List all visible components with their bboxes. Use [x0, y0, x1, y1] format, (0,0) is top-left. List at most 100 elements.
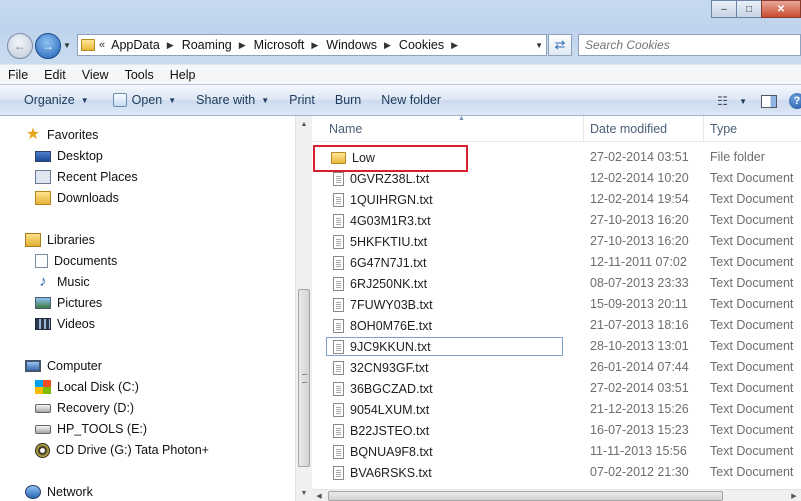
recent-pages-dropdown[interactable]: ▼	[63, 41, 73, 51]
forward-button[interactable]: →	[35, 33, 61, 59]
nav-recent-places[interactable]: Recent Places	[35, 167, 295, 187]
nav-desktop[interactable]: Desktop	[35, 146, 295, 166]
scroll-left-arrow-icon[interactable]: ◀	[312, 490, 326, 501]
file-row[interactable]: 1QUIHRGN.txt 12-02-2014 19:54 Text Documen…	[312, 189, 801, 210]
nav-cd-drive[interactable]: CD Drive (G:) Tata Photon+	[35, 440, 295, 460]
chevron-right-icon[interactable]: ▶	[239, 40, 246, 51]
sort-ascending-icon: ▲	[458, 116, 465, 122]
column-type[interactable]: Type	[704, 116, 801, 141]
nav-videos[interactable]: Videos	[35, 314, 295, 334]
file-name: 7FUWY03B.txt	[350, 297, 433, 312]
file-type: Text Document	[710, 255, 794, 269]
menu-view[interactable]: View	[74, 68, 117, 82]
breadcrumb-roaming[interactable]: Roaming ▶	[182, 38, 254, 52]
video-film-icon	[35, 318, 51, 330]
menu-edit[interactable]: Edit	[36, 68, 74, 82]
file-name-cell: 4G03M1R3.txt	[333, 210, 431, 231]
nav-local-disk[interactable]: Local Disk (C:)	[35, 377, 295, 397]
file-type: Text Document	[710, 402, 794, 416]
nav-computer[interactable]: Computer	[25, 356, 295, 376]
nav-recovery[interactable]: Recovery (D:)	[35, 398, 295, 418]
open-button[interactable]: Open ▼	[103, 85, 187, 115]
breadcrumb-microsoft[interactable]: Microsoft ▶	[254, 38, 327, 52]
maximize-button[interactable]: □	[736, 0, 762, 18]
file-type: Text Document	[710, 465, 794, 479]
file-row[interactable]: 9JC9KKUN.txt 28-10-2013 13:01 Text Documen…	[312, 336, 801, 357]
file-row[interactable]: 5HKFKTIU.txt 27-10-2013 16:20 Text Documen…	[312, 231, 801, 252]
address-overflow[interactable]: «	[99, 39, 105, 51]
horizontal-scrollbar-thumb[interactable]	[328, 491, 723, 501]
text-document-icon	[333, 255, 344, 270]
file-row[interactable]: 6G47N7J1.txt 12-11-2011 07:02 Text Documen…	[312, 252, 801, 273]
nav-favorites[interactable]: ★ Favorites	[25, 125, 295, 145]
file-row[interactable]: B22JSTEO.txt 16-07-2013 15:23 Text Documen…	[312, 420, 801, 441]
column-date-modified[interactable]: Date modified	[584, 116, 704, 141]
new-folder-button[interactable]: New folder	[371, 85, 451, 115]
file-date-modified: 27-02-2014 03:51	[590, 381, 689, 395]
text-document-icon	[333, 192, 344, 207]
nav-documents[interactable]: Documents	[35, 251, 295, 271]
annotation-highlight-box	[313, 145, 468, 172]
refresh-icon: ⇄	[554, 37, 566, 52]
file-row[interactable]: 6RJ250NK.txt 08-07-2013 23:33 Text Documen…	[312, 273, 801, 294]
file-name: 4G03M1R3.txt	[350, 213, 431, 228]
print-button[interactable]: Print	[279, 85, 325, 115]
scroll-down-arrow-icon[interactable]: ▼	[296, 485, 312, 501]
nav-network[interactable]: Network	[25, 482, 295, 501]
minimize-button[interactable]: –	[711, 0, 737, 18]
file-row[interactable]: BQNUA9F8.txt 11-11-2013 15:56 Text Documen…	[312, 441, 801, 462]
nav-pictures[interactable]: Pictures	[35, 293, 295, 313]
back-button[interactable]: ←	[7, 33, 33, 59]
file-row[interactable]: 32CN93GF.txt 26-01-2014 07:44 Text Documen…	[312, 357, 801, 378]
scrollbar-thumb[interactable]	[298, 289, 310, 467]
music-note-icon: ♪	[39, 273, 47, 290]
menu-help[interactable]: Help	[162, 68, 204, 82]
scroll-up-arrow-icon[interactable]: ▲	[296, 116, 312, 132]
menu-file[interactable]: File	[0, 68, 36, 82]
address-bar[interactable]: « AppData ▶ Roaming ▶ Microsoft ▶ Windows ▶ …	[77, 34, 547, 56]
breadcrumb-appdata[interactable]: AppData ▶	[111, 38, 182, 52]
file-type: Text Document	[710, 234, 794, 248]
file-row[interactable]: BVA6RSKS.txt 07-02-2012 21:30 Text Documen…	[312, 462, 801, 483]
file-type: Text Document	[710, 381, 794, 395]
view-dropdown-chevron-icon[interactable]: ▼	[739, 97, 747, 106]
file-date-modified: 16-07-2013 15:23	[590, 423, 689, 437]
column-name[interactable]: Name ▲	[323, 116, 584, 141]
nav-hp-tools[interactable]: HP_TOOLS (E:)	[35, 419, 295, 439]
share-with-button[interactable]: Share with ▼	[186, 85, 279, 115]
menu-tools[interactable]: Tools	[117, 68, 162, 82]
chevron-right-icon[interactable]: ▶	[167, 40, 174, 51]
search-input[interactable]	[579, 35, 800, 55]
text-document-icon	[333, 234, 344, 249]
nav-libraries[interactable]: Libraries	[25, 230, 295, 250]
file-name: 32CN93GF.txt	[350, 360, 429, 375]
help-icon[interactable]: ?	[789, 93, 801, 109]
organize-button[interactable]: Organize ▼	[0, 85, 99, 115]
nav-pane-scrollbar[interactable]: ▲ ▼	[295, 116, 312, 501]
chevron-right-icon[interactable]: ▶	[311, 40, 318, 51]
breadcrumb-cookies[interactable]: Cookies ▶	[399, 38, 466, 52]
chevron-right-icon[interactable]: ▶	[384, 40, 391, 51]
address-history-dropdown[interactable]: ▼	[535, 41, 543, 50]
file-row[interactable]: 7FUWY03B.txt 15-09-2013 20:11 Text Documen…	[312, 294, 801, 315]
close-button[interactable]: ✕	[761, 0, 801, 18]
file-row[interactable]: 9054LXUM.txt 21-12-2013 15:26 Text Documen…	[312, 399, 801, 420]
change-view-icon[interactable]: ☷	[717, 95, 733, 107]
breadcrumb-windows[interactable]: Windows ▶	[326, 38, 399, 52]
chevron-right-icon[interactable]: ▶	[451, 40, 458, 51]
scroll-right-arrow-icon[interactable]: ▶	[787, 490, 801, 501]
burn-button[interactable]: Burn	[325, 85, 371, 115]
nav-downloads[interactable]: Downloads	[35, 188, 295, 208]
file-row[interactable]: 4G03M1R3.txt 27-10-2013 16:20 Text Documen…	[312, 210, 801, 231]
file-row[interactable]: 36BGCZAD.txt 27-02-2014 03:51 Text Documen…	[312, 378, 801, 399]
nav-music[interactable]: ♪ Music	[35, 272, 295, 292]
file-name: 8OH0M76E.txt	[350, 318, 432, 333]
file-date-modified: 28-10-2013 13:01	[590, 339, 689, 353]
preview-pane-icon[interactable]	[761, 94, 777, 108]
file-list-horizontal-scrollbar[interactable]: ◀ ▶	[312, 489, 801, 501]
downloads-folder-icon	[35, 191, 51, 205]
file-row[interactable]: 8OH0M76E.txt 21-07-2013 18:16 Text Documen…	[312, 315, 801, 336]
refresh-button[interactable]: ⇄	[548, 34, 572, 56]
file-name: 1QUIHRGN.txt	[350, 192, 433, 207]
view-controls: ☷ ▼ ?	[717, 85, 801, 117]
